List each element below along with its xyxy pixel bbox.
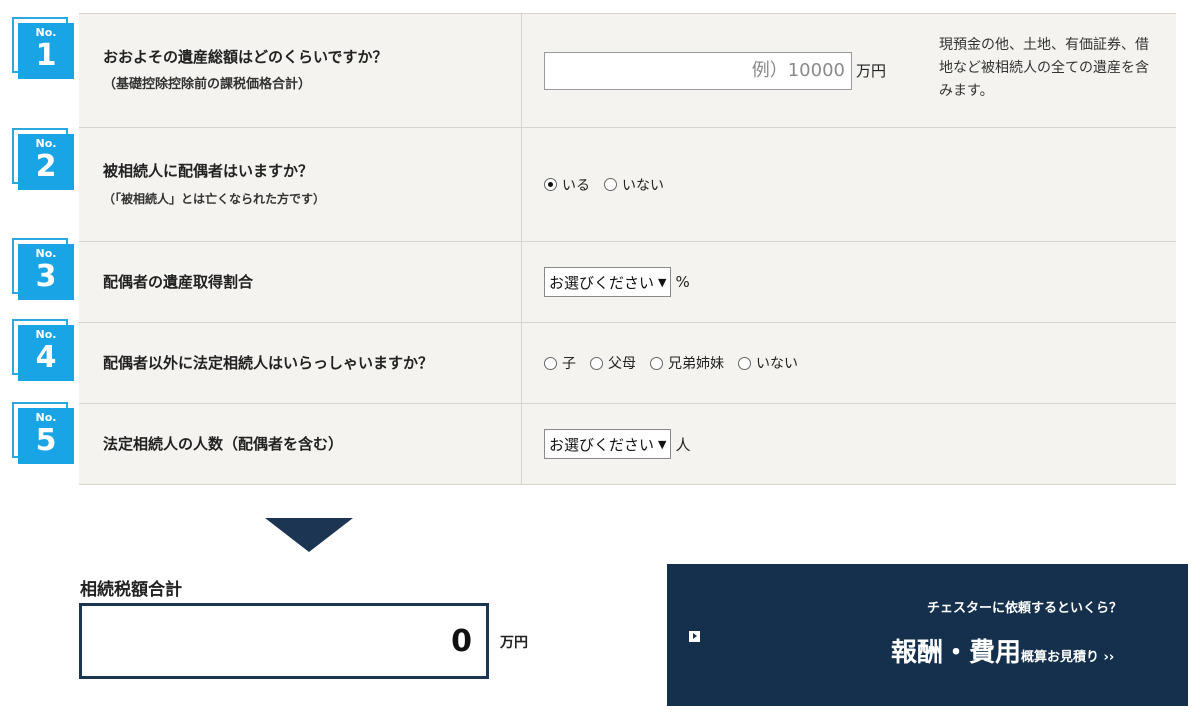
total-unit: 万円 bbox=[500, 635, 528, 651]
question-row-3: No. 3 配偶者の遺産取得割合 お選びください ▼ % bbox=[12, 238, 1176, 323]
cta-small-text: 概算お見積り ›› bbox=[1021, 650, 1115, 665]
badge-number: 4 bbox=[35, 340, 57, 375]
question-cell: 法定相続人の人数（配偶者を含む） bbox=[79, 404, 522, 484]
question-title: 被相続人に配偶者はいますか？ bbox=[103, 162, 314, 180]
cta-main-text: 報酬・費用 bbox=[891, 638, 1022, 668]
heir-parents-option[interactable]: 父母 bbox=[590, 353, 636, 373]
heir-child-radio[interactable] bbox=[544, 356, 557, 370]
question-subtitle: （基礎控除控除前の課税価格合計） bbox=[103, 77, 312, 92]
badge-number: 5 bbox=[35, 423, 57, 458]
spouse-no-radio[interactable] bbox=[604, 178, 617, 191]
heir-parents-radio[interactable] bbox=[590, 356, 603, 370]
select-value: お選びください bbox=[549, 435, 655, 454]
option-label: いない bbox=[622, 177, 664, 194]
question-number-badge-1: No. 1 bbox=[12, 17, 74, 79]
question-title: おおよその遺産総額はどのくらいですか？ bbox=[103, 48, 388, 66]
option-label: いない bbox=[756, 356, 798, 372]
option-label: 父母 bbox=[608, 356, 636, 372]
heir-siblings-option[interactable]: 兄弟姉妹 bbox=[650, 353, 724, 373]
badge-number: 2 bbox=[35, 149, 57, 184]
amount-unit: 万円 bbox=[856, 62, 887, 80]
option-label: 兄弟姉妹 bbox=[668, 356, 724, 372]
spouse-share-select[interactable]: お選びください ▼ bbox=[544, 267, 672, 297]
cta-subtitle: チェスターに依頼するといくら？ bbox=[927, 601, 1123, 616]
question-number-badge-5: No. 5 bbox=[12, 402, 74, 464]
heir-siblings-radio[interactable] bbox=[650, 356, 663, 370]
spouse-radio-group: いる いない bbox=[544, 175, 678, 195]
down-arrow-icon bbox=[265, 518, 353, 552]
question-row-2: No. 2 被相続人に配偶者はいますか？ （「被相続人」とは亡くなられた方です）… bbox=[12, 128, 1176, 242]
estate-note: 現預金の他、土地、有価証券、借地など被相続人の全ての遺産を含みます。 bbox=[939, 37, 1149, 99]
spouse-yes-radio[interactable] bbox=[544, 178, 557, 191]
spouse-no-option[interactable]: いない bbox=[604, 175, 664, 195]
heir-count-select[interactable]: お選びください ▼ bbox=[544, 429, 672, 459]
select-value: お選びください bbox=[549, 273, 655, 292]
question-title: 法定相続人の人数（配偶者を含む） bbox=[103, 435, 344, 453]
heir-none-radio[interactable] bbox=[738, 356, 751, 370]
question-row-4: No. 4 配偶者以外に法定相続人はいらっしゃいますか？ 子 父母 兄弟姉妹 い… bbox=[12, 319, 1176, 404]
estate-amount-input[interactable] bbox=[544, 51, 852, 90]
badge-number: 1 bbox=[35, 38, 57, 73]
question-row-1: No. 1 おおよその遺産総額はどのくらいですか？ （基礎控除控除前の課税価格合… bbox=[12, 14, 1176, 128]
question-title: 配偶者の遺産取得割合 bbox=[103, 273, 254, 291]
badge-number: 3 bbox=[35, 259, 57, 294]
total-value: 0 bbox=[451, 623, 472, 659]
option-label: 子 bbox=[562, 356, 576, 372]
heir-none-option[interactable]: いない bbox=[738, 353, 798, 373]
answer-cell: お選びください ▼ 人 bbox=[522, 404, 1176, 484]
answer-cell: お選びください ▼ % bbox=[522, 242, 1176, 322]
calculator-form: No. 1 おおよその遺産総額はどのくらいですか？ （基礎控除控除前の課税価格合… bbox=[12, 13, 1176, 485]
question-number-badge-2: No. 2 bbox=[12, 128, 74, 190]
question-cell: 被相続人に配偶者はいますか？ （「被相続人」とは亡くなられた方です） bbox=[79, 128, 522, 241]
percent-unit: % bbox=[675, 273, 690, 291]
cta-title: 報酬・費用概算お見積り ›› bbox=[891, 632, 1114, 669]
question-cell: 配偶者の遺産取得割合 bbox=[79, 242, 522, 322]
play-icon bbox=[689, 631, 700, 642]
spouse-yes-option[interactable]: いる bbox=[544, 175, 590, 195]
dropdown-arrow-icon: ▼ bbox=[658, 275, 667, 289]
option-label: いる bbox=[562, 177, 590, 194]
heir-radio-group: 子 父母 兄弟姉妹 いない bbox=[544, 353, 812, 373]
question-number-badge-3: No. 3 bbox=[12, 238, 74, 300]
heir-child-option[interactable]: 子 bbox=[544, 353, 576, 373]
answer-cell: 子 父母 兄弟姉妹 いない bbox=[522, 323, 1176, 403]
fee-estimate-button[interactable]: チェスターに依頼するといくら？ 報酬・費用概算お見積り ›› bbox=[667, 564, 1188, 706]
total-output: 0 bbox=[79, 603, 489, 679]
answer-cell: いる いない bbox=[522, 128, 1176, 241]
question-title: 配偶者以外に法定相続人はいらっしゃいますか？ bbox=[103, 354, 434, 372]
question-cell: 配偶者以外に法定相続人はいらっしゃいますか？ bbox=[79, 323, 522, 403]
person-unit: 人 bbox=[675, 435, 691, 454]
dropdown-arrow-icon: ▼ bbox=[658, 437, 667, 451]
question-subtitle: （「被相続人」とは亡くなられた方です） bbox=[103, 192, 326, 206]
question-cell: おおよその遺産総額はどのくらいですか？ （基礎控除控除前の課税価格合計） bbox=[79, 14, 522, 127]
question-row-5: No. 5 法定相続人の人数（配偶者を含む） お選びください ▼ 人 bbox=[12, 402, 1176, 485]
question-number-badge-4: No. 4 bbox=[12, 319, 74, 381]
total-label: 相続税額合計 bbox=[80, 580, 182, 600]
